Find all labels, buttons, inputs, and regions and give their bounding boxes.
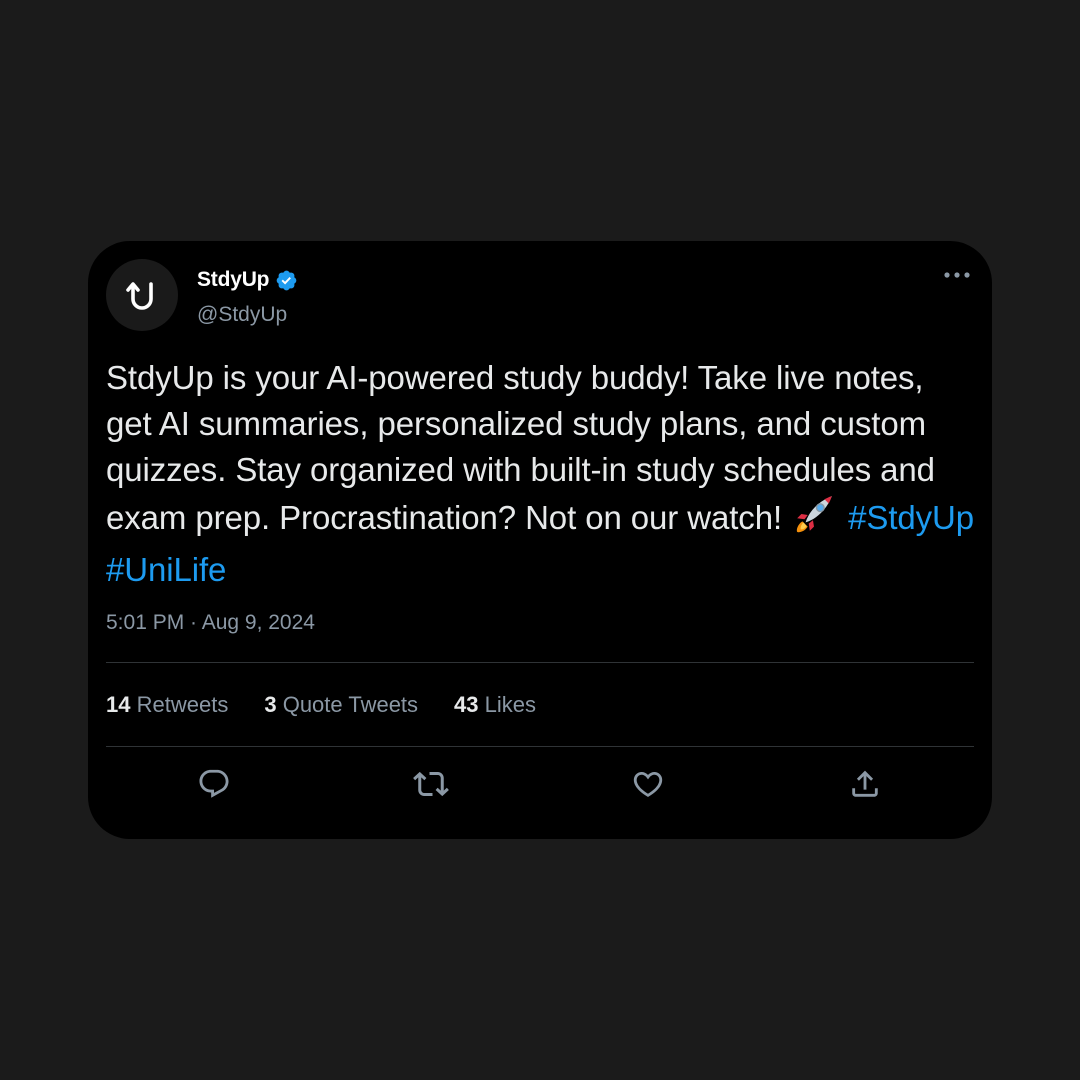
likes-stat[interactable]: 43 Likes: [454, 692, 536, 718]
quote-tweets-count: 3: [264, 692, 277, 717]
like-button[interactable]: [628, 764, 668, 804]
author-handle[interactable]: @StdyUp: [197, 303, 287, 327]
rocket-icon: [793, 493, 835, 547]
hashtag-link[interactable]: #UniLife: [106, 551, 226, 588]
retweets-stat[interactable]: 14 Retweets: [106, 692, 228, 718]
avatar[interactable]: [106, 259, 178, 331]
share-icon: [852, 770, 878, 797]
tweet-body: StdyUp is your AI-powered study buddy! T…: [106, 355, 976, 593]
quote-tweets-label: Quote Tweets: [282, 692, 419, 717]
share-button[interactable]: [845, 764, 885, 804]
likes-count: 43: [454, 692, 479, 717]
quote-tweets-stat[interactable]: 3 Quote Tweets: [264, 692, 418, 718]
author-name-row[interactable]: StdyUp: [197, 268, 298, 292]
engagement-stats: 14 Retweets 3 Quote Tweets 43 Likes: [106, 692, 536, 718]
tweet-timestamp[interactable]: 5:01 PM · Aug 9, 2024: [106, 611, 315, 635]
tweet-actions: [88, 764, 992, 804]
reply-button[interactable]: [194, 764, 234, 804]
tweet-card: StdyUp @StdyUp StdyUp is your AI-powered…: [88, 241, 992, 839]
verified-badge-icon: [276, 270, 297, 290]
likes-label: Likes: [484, 692, 537, 717]
up-arrow-u-logo-icon: [126, 282, 153, 310]
hashtag-link[interactable]: #StdyUp: [848, 499, 974, 536]
retweets-count: 14: [106, 692, 131, 717]
reply-icon: [199, 769, 229, 798]
retweet-button[interactable]: [411, 764, 451, 804]
divider: [106, 662, 974, 663]
retweet-icon: [413, 771, 449, 797]
retweets-label: Retweets: [136, 692, 229, 717]
more-options-icon[interactable]: [942, 263, 972, 287]
author-display-name[interactable]: StdyUp: [197, 268, 270, 292]
heart-icon: [633, 771, 663, 797]
divider: [106, 746, 974, 747]
